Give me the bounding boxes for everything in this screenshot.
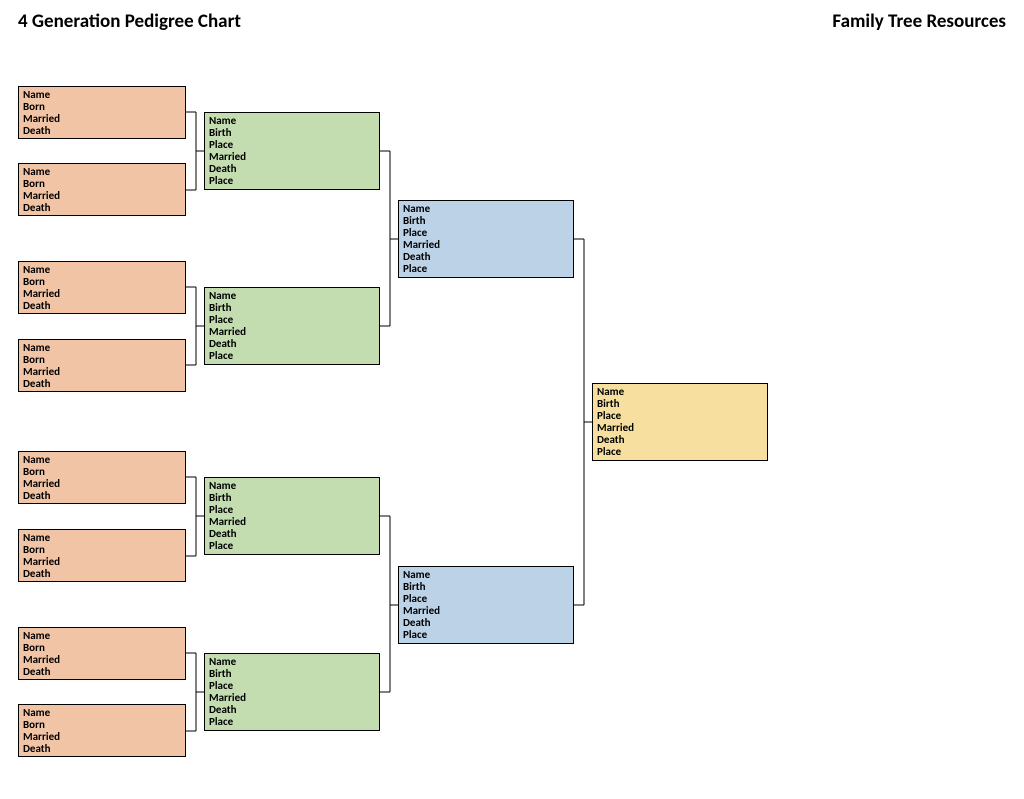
gen4-box-3: NameBornMarriedDeath [18, 261, 186, 314]
gen4-box-1: NameBornMarriedDeath [18, 86, 186, 139]
connector-lines [0, 39, 1024, 799]
gen4-box-2: NameBornMarriedDeath [18, 163, 186, 216]
gen3-box-3: NameBirthPlaceMarriedDeathPlace [204, 477, 380, 555]
brand-title: Family Tree Resources [832, 10, 1006, 33]
page-title: 4 Generation Pedigree Chart [18, 10, 241, 33]
gen3-box-4: NameBirthPlaceMarriedDeathPlace [204, 653, 380, 731]
gen4-box-7: NameBornMarriedDeath [18, 627, 186, 680]
gen4-box-5: NameBornMarriedDeath [18, 451, 186, 504]
gen2-box-2: NameBirthPlaceMarriedDeathPlace [398, 566, 574, 644]
gen4-box-6: NameBornMarriedDeath [18, 529, 186, 582]
gen1-box-1: NameBirthPlaceMarriedDeathPlace [592, 383, 768, 461]
gen3-box-2: NameBirthPlaceMarriedDeathPlace [204, 287, 380, 365]
gen4-box-4: NameBornMarriedDeath [18, 339, 186, 392]
gen4-box-8: NameBornMarriedDeath [18, 704, 186, 757]
gen3-box-1: NameBirthPlaceMarriedDeathPlace [204, 112, 380, 190]
gen2-box-1: NameBirthPlaceMarriedDeathPlace [398, 200, 574, 278]
pedigree-canvas: NameBornMarriedDeath NameBornMarriedDeat… [0, 39, 1024, 799]
header: 4 Generation Pedigree Chart Family Tree … [0, 0, 1024, 39]
